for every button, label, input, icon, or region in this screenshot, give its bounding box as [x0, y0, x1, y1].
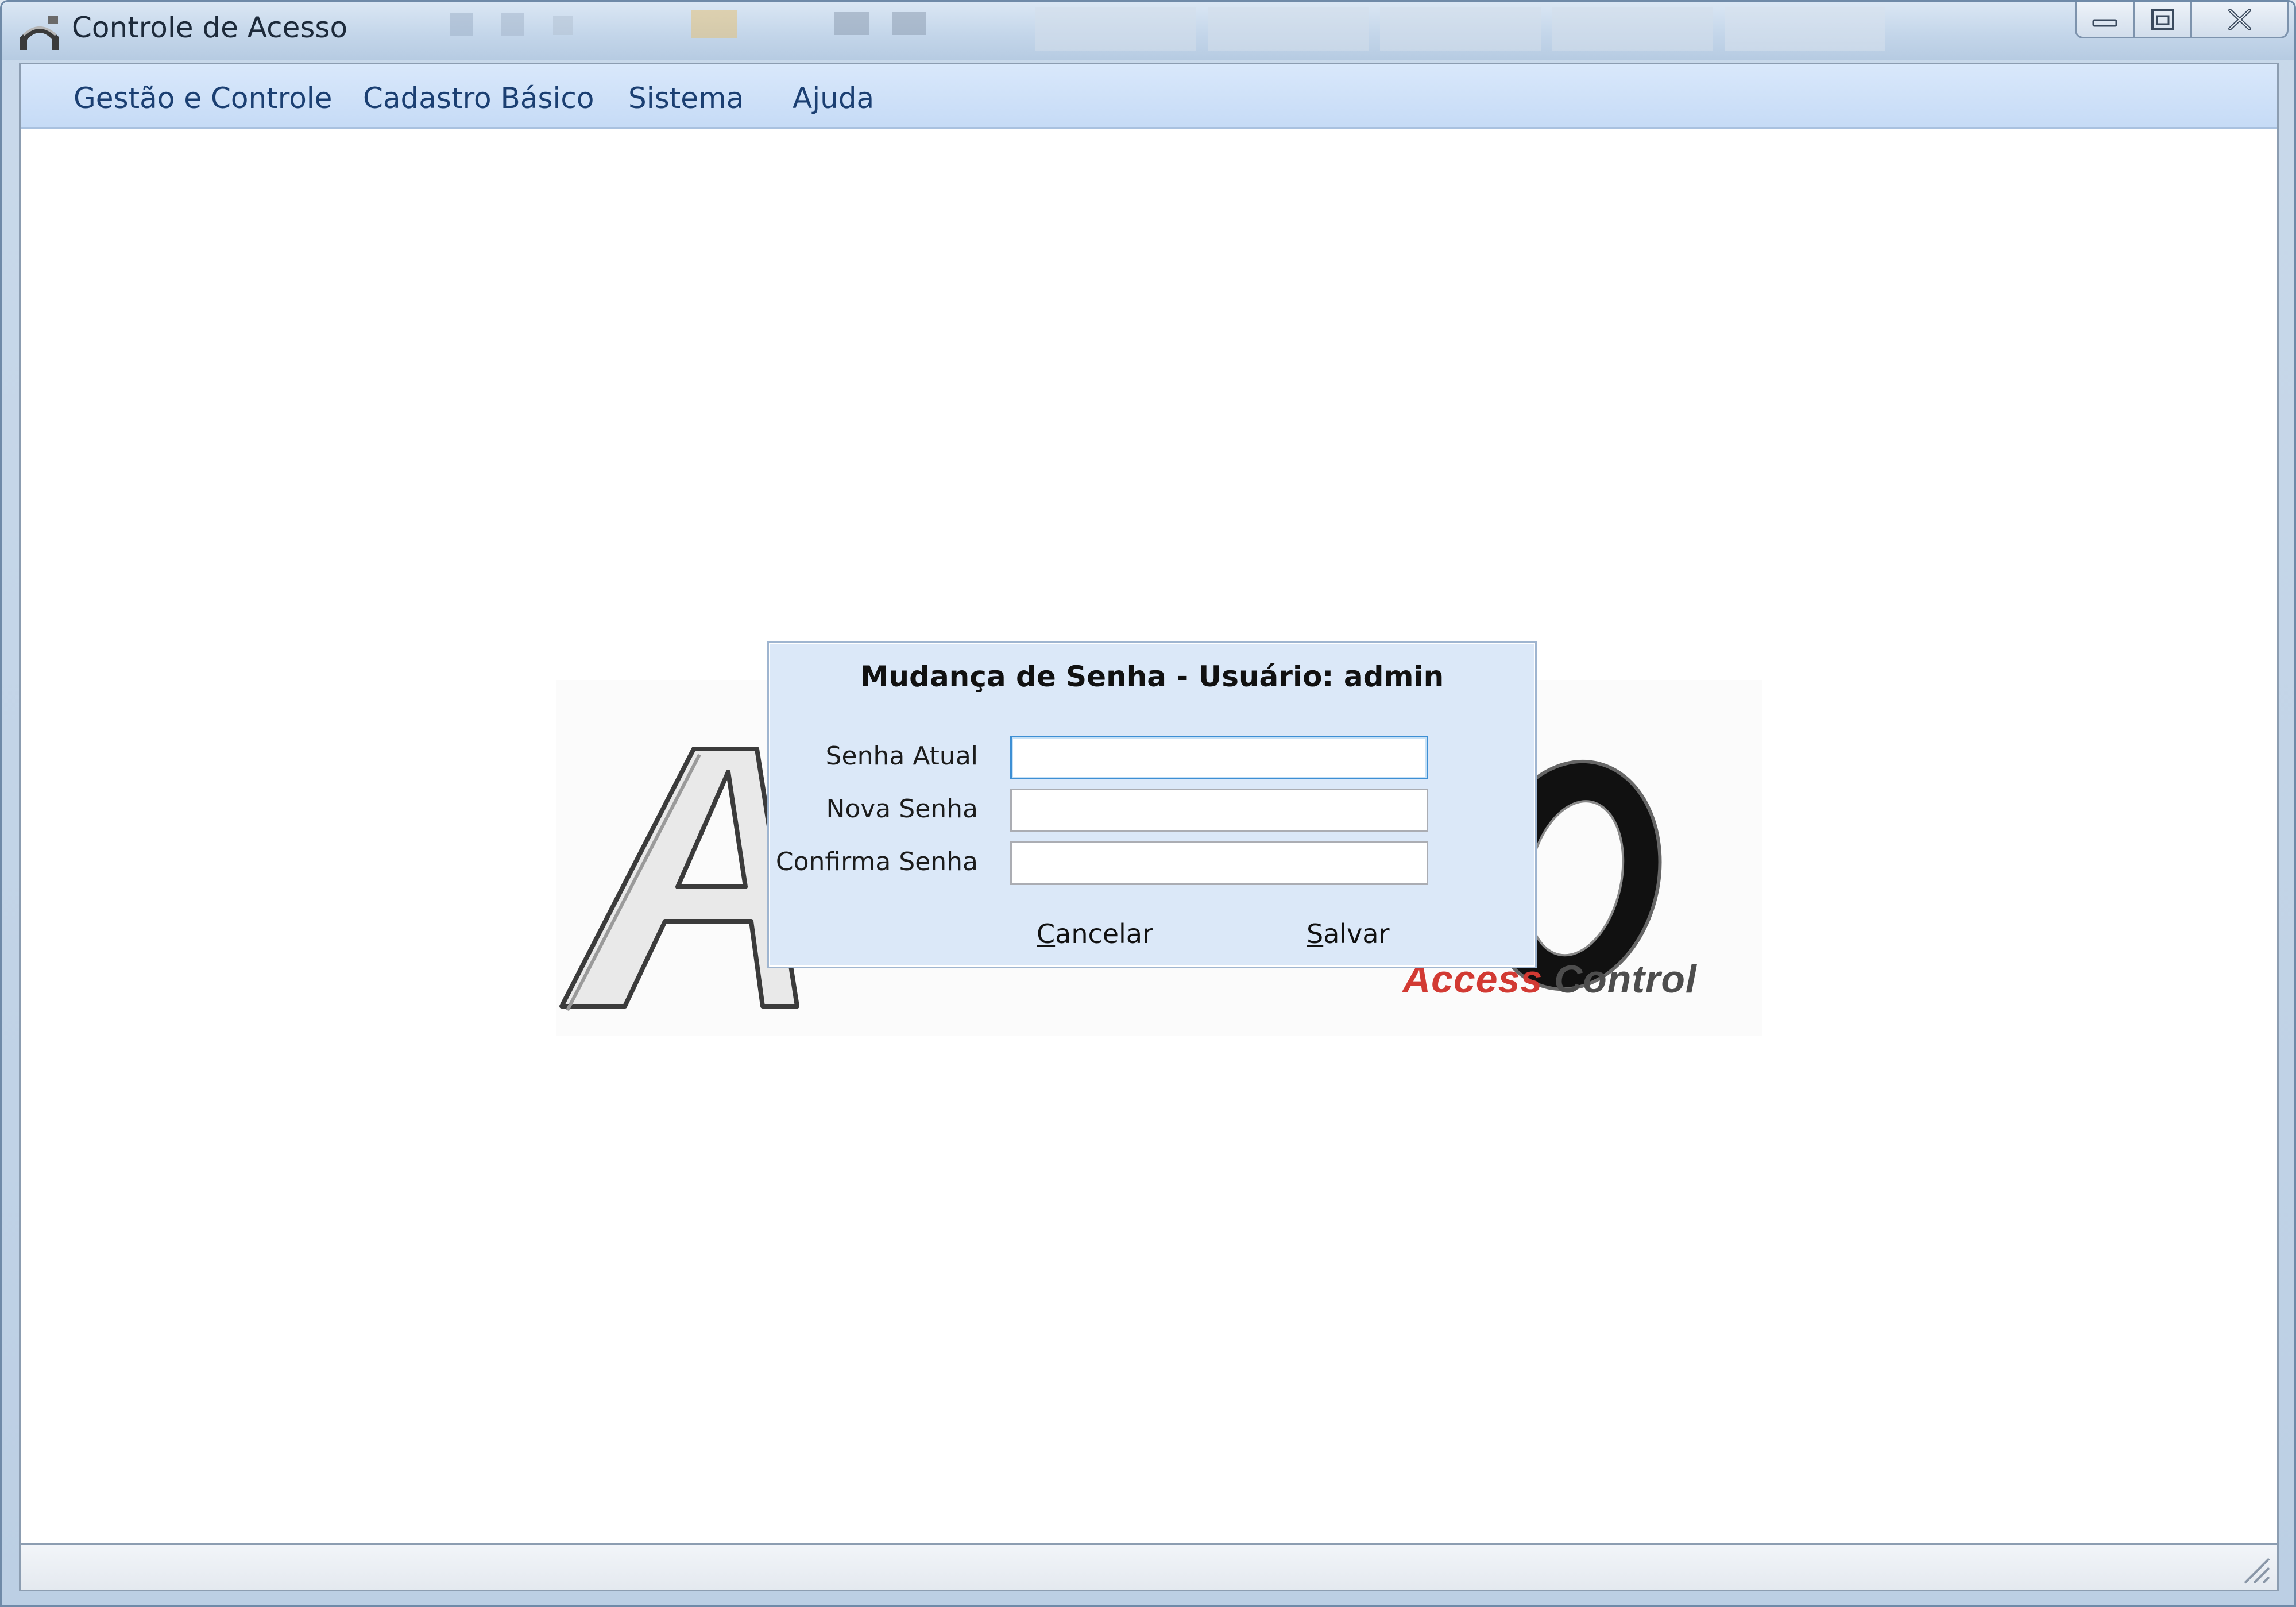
- status-bar: [19, 1543, 2279, 1591]
- app-window: Controle de Acesso Gestão e Controle Cad…: [0, 0, 2296, 1607]
- maximize-icon: [2151, 9, 2174, 30]
- cancel-button[interactable]: Cancelar: [1037, 918, 1153, 949]
- confirm-password-input[interactable]: [1010, 841, 1428, 885]
- resize-grip-icon[interactable]: [2237, 1551, 2271, 1585]
- change-password-dialog: Mudança de Senha - Usuário: admin Senha …: [767, 641, 1537, 968]
- save-button[interactable]: Salvar: [1307, 918, 1390, 949]
- restore-button[interactable]: [2135, 2, 2192, 38]
- menu-ajuda[interactable]: Ajuda: [793, 82, 874, 115]
- current-password-label: Senha Atual: [825, 741, 978, 771]
- menu-cadastro-basico[interactable]: Cadastro Básico: [363, 82, 594, 115]
- menu-gestao-e-controle[interactable]: Gestão e Controle: [74, 82, 332, 115]
- app-icon: [20, 16, 59, 50]
- cancel-label: ancelar: [1055, 918, 1153, 949]
- current-password-input[interactable]: [1010, 736, 1428, 779]
- minimize-button[interactable]: [2075, 2, 2135, 38]
- save-label: alvar: [1323, 918, 1390, 949]
- save-mnemonic: S: [1307, 918, 1324, 949]
- menu-bar: Gestão e Controle Cadastro Básico Sistem…: [21, 64, 2277, 129]
- dialog-title: Mudança de Senha - Usuário: admin: [860, 660, 1444, 693]
- client-area: Gestão e Controle Cadastro Básico Sistem…: [19, 63, 2279, 1591]
- confirm-password-label: Confirma Senha: [775, 847, 978, 876]
- new-password-input[interactable]: [1010, 789, 1428, 832]
- cancel-mnemonic: C: [1037, 918, 1056, 949]
- new-password-label: Nova Senha: [826, 794, 978, 824]
- close-icon: [2228, 8, 2251, 30]
- window-title: Controle de Acesso: [72, 11, 348, 44]
- close-button[interactable]: [2192, 2, 2289, 38]
- caption-buttons: [2075, 2, 2289, 42]
- background-taskbar-ghost-icon: [450, 7, 1885, 51]
- title-bar[interactable]: Controle de Acesso: [2, 2, 2294, 60]
- menu-sistema[interactable]: Sistema: [628, 82, 744, 115]
- minimize-icon: [2092, 19, 2117, 26]
- logo-tagline-control: Control: [1554, 957, 1697, 1001]
